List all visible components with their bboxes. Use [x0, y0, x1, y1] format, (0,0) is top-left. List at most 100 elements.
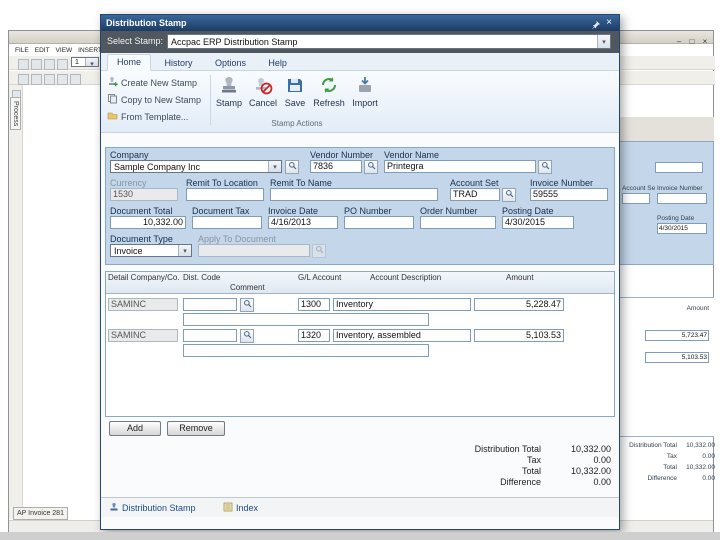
header-dist-code[interactable]: Dist. Code	[183, 273, 233, 282]
cancel-icon	[253, 75, 273, 98]
dropdown-arrow-icon[interactable]	[268, 161, 281, 172]
close-icon[interactable]: ×	[603, 15, 615, 31]
header-amount[interactable]: Amount	[506, 273, 564, 282]
background-field[interactable]	[655, 162, 703, 173]
toolbar-icon[interactable]	[31, 59, 42, 71]
toolbar-icon[interactable]	[57, 59, 68, 71]
header-gl-account[interactable]: G/L Account	[298, 273, 358, 282]
stamp-button[interactable]: Stamp	[213, 73, 245, 121]
currency-field: 1530	[110, 188, 178, 201]
toolbar-icon[interactable]	[70, 74, 81, 86]
tab-history[interactable]: History	[155, 56, 201, 71]
order-number-field[interactable]	[420, 216, 496, 229]
document-type-combo[interactable]: Invoice	[110, 244, 192, 257]
account-set-field[interactable]: TRAD	[450, 188, 500, 201]
zoom-level-combo[interactable]: 1	[71, 57, 99, 67]
select-stamp-label: Select Stamp:	[107, 36, 164, 46]
remit-to-name-label: Remit To Name	[270, 178, 332, 188]
vendor-name-field[interactable]: Printegra	[384, 160, 536, 173]
toolbar-icon[interactable]	[31, 74, 42, 86]
vendor-number-field[interactable]: 7836	[310, 160, 362, 173]
menu-edit[interactable]: EDIT	[35, 47, 50, 54]
save-button[interactable]: Save	[281, 73, 309, 121]
apply-to-document-finder-button	[312, 244, 326, 258]
dist-code-finder-button[interactable]	[240, 329, 254, 343]
background-posting-date-field[interactable]: 4/30/2015	[657, 223, 707, 234]
select-stamp-value: Accpac ERP Distribution Stamp	[171, 37, 298, 47]
gl-account-field[interactable]: 1320	[298, 329, 330, 342]
dist-code-field[interactable]	[183, 329, 237, 342]
header-account-description[interactable]: Account Description	[370, 273, 460, 282]
comment-field[interactable]	[183, 344, 429, 357]
refresh-button[interactable]: Refresh	[311, 73, 347, 121]
side-tab-process[interactable]: Process	[10, 97, 21, 131]
header-comment[interactable]: Comment	[230, 283, 290, 292]
background-total-label: Difference	[647, 475, 677, 482]
toolbar-icon[interactable]	[18, 74, 29, 86]
company-finder-button[interactable]	[285, 160, 299, 174]
tax-value: 0.00	[593, 455, 611, 465]
background-amount-header: Amount	[686, 305, 709, 312]
background-amount-field[interactable]: 5,723.47	[645, 330, 709, 341]
account-description-field[interactable]: Inventory	[333, 298, 471, 311]
background-total-value: 0.00	[702, 453, 715, 460]
menu-file[interactable]: FILE	[15, 47, 29, 54]
tab-help[interactable]: Help	[259, 56, 296, 71]
footer-tab-distribution-stamp[interactable]: Distribution Stamp	[109, 502, 196, 514]
document-tab[interactable]: AP Invoice 281	[13, 507, 68, 520]
company-combo[interactable]: Sample Company Inc	[110, 160, 282, 173]
background-total-value: 0.00	[702, 475, 715, 482]
toolbar-icon[interactable]	[18, 59, 29, 71]
vendor-name-browse-button[interactable]	[538, 160, 552, 174]
toolbar-icon[interactable]	[44, 59, 55, 71]
account-description-field[interactable]: Inventory, assembled	[333, 329, 471, 342]
amount-field[interactable]: 5,103.53	[474, 329, 564, 342]
dropdown-arrow-icon[interactable]	[597, 35, 610, 48]
invoice-number-field[interactable]: 59555	[530, 188, 608, 201]
remit-to-name-field[interactable]	[270, 188, 438, 201]
dist-code-field[interactable]	[183, 298, 237, 311]
menu-insert[interactable]: INSERT	[78, 47, 102, 54]
posting-date-field[interactable]: 4/30/2015	[502, 216, 574, 229]
document-tax-field[interactable]	[192, 216, 262, 229]
dialog-titlebar[interactable]: Distribution Stamp ×	[101, 15, 619, 31]
background-amount-field[interactable]: 5,103.53	[645, 352, 709, 363]
background-field[interactable]	[622, 193, 650, 204]
create-new-stamp-button[interactable]: Create New Stamp	[105, 74, 209, 91]
remit-to-location-label: Remit To Location	[186, 178, 258, 188]
remove-button[interactable]: Remove	[167, 421, 225, 436]
tab-home[interactable]: Home	[107, 54, 152, 71]
background-totals: Distribution Total 10,332.00 Tax 0.00 To…	[619, 441, 717, 487]
remit-to-location-field[interactable]	[186, 188, 264, 201]
account-set-finder-button[interactable]	[502, 188, 516, 202]
dist-code-finder-button[interactable]	[240, 298, 254, 312]
footer-tab-index[interactable]: Index	[223, 502, 258, 514]
dropdown-arrow-icon[interactable]	[85, 58, 98, 66]
toolbar-icon[interactable]	[57, 74, 68, 86]
background-field[interactable]	[657, 193, 707, 204]
vendor-finder-button[interactable]	[364, 160, 378, 174]
minimize-icon[interactable]: –	[673, 31, 685, 49]
menu-view[interactable]: VIEW	[56, 47, 73, 54]
copy-to-new-stamp-button[interactable]: Copy to New Stamp	[105, 91, 209, 108]
tab-options[interactable]: Options	[206, 56, 255, 71]
maximize-icon[interactable]: □	[686, 31, 698, 49]
document-total-label: Document Total	[110, 206, 173, 216]
select-stamp-combo[interactable]: Accpac ERP Distribution Stamp	[167, 34, 611, 49]
from-template-button[interactable]: From Template...	[105, 108, 209, 125]
close-icon[interactable]: ×	[699, 31, 711, 49]
cancel-button[interactable]: Cancel	[247, 73, 279, 121]
gl-account-field[interactable]: 1300	[298, 298, 330, 311]
total-value: 10,332.00	[570, 466, 611, 476]
document-total-field[interactable]: 10,332.00	[110, 216, 186, 229]
toolbar-icon[interactable]	[44, 74, 55, 86]
dropdown-arrow-icon[interactable]	[178, 245, 191, 256]
amount-field[interactable]: 5,228.47	[474, 298, 564, 311]
invoice-date-field[interactable]: 4/16/2013	[268, 216, 338, 229]
import-button[interactable]: Import	[349, 73, 381, 121]
header-detail-company[interactable]: Detail Company/Co...	[108, 273, 180, 282]
po-number-field[interactable]	[344, 216, 414, 229]
distribution-stamp-dialog: Distribution Stamp × Select Stamp: Accpa…	[100, 14, 620, 530]
comment-field[interactable]	[183, 313, 429, 326]
add-button[interactable]: Add	[109, 421, 161, 436]
